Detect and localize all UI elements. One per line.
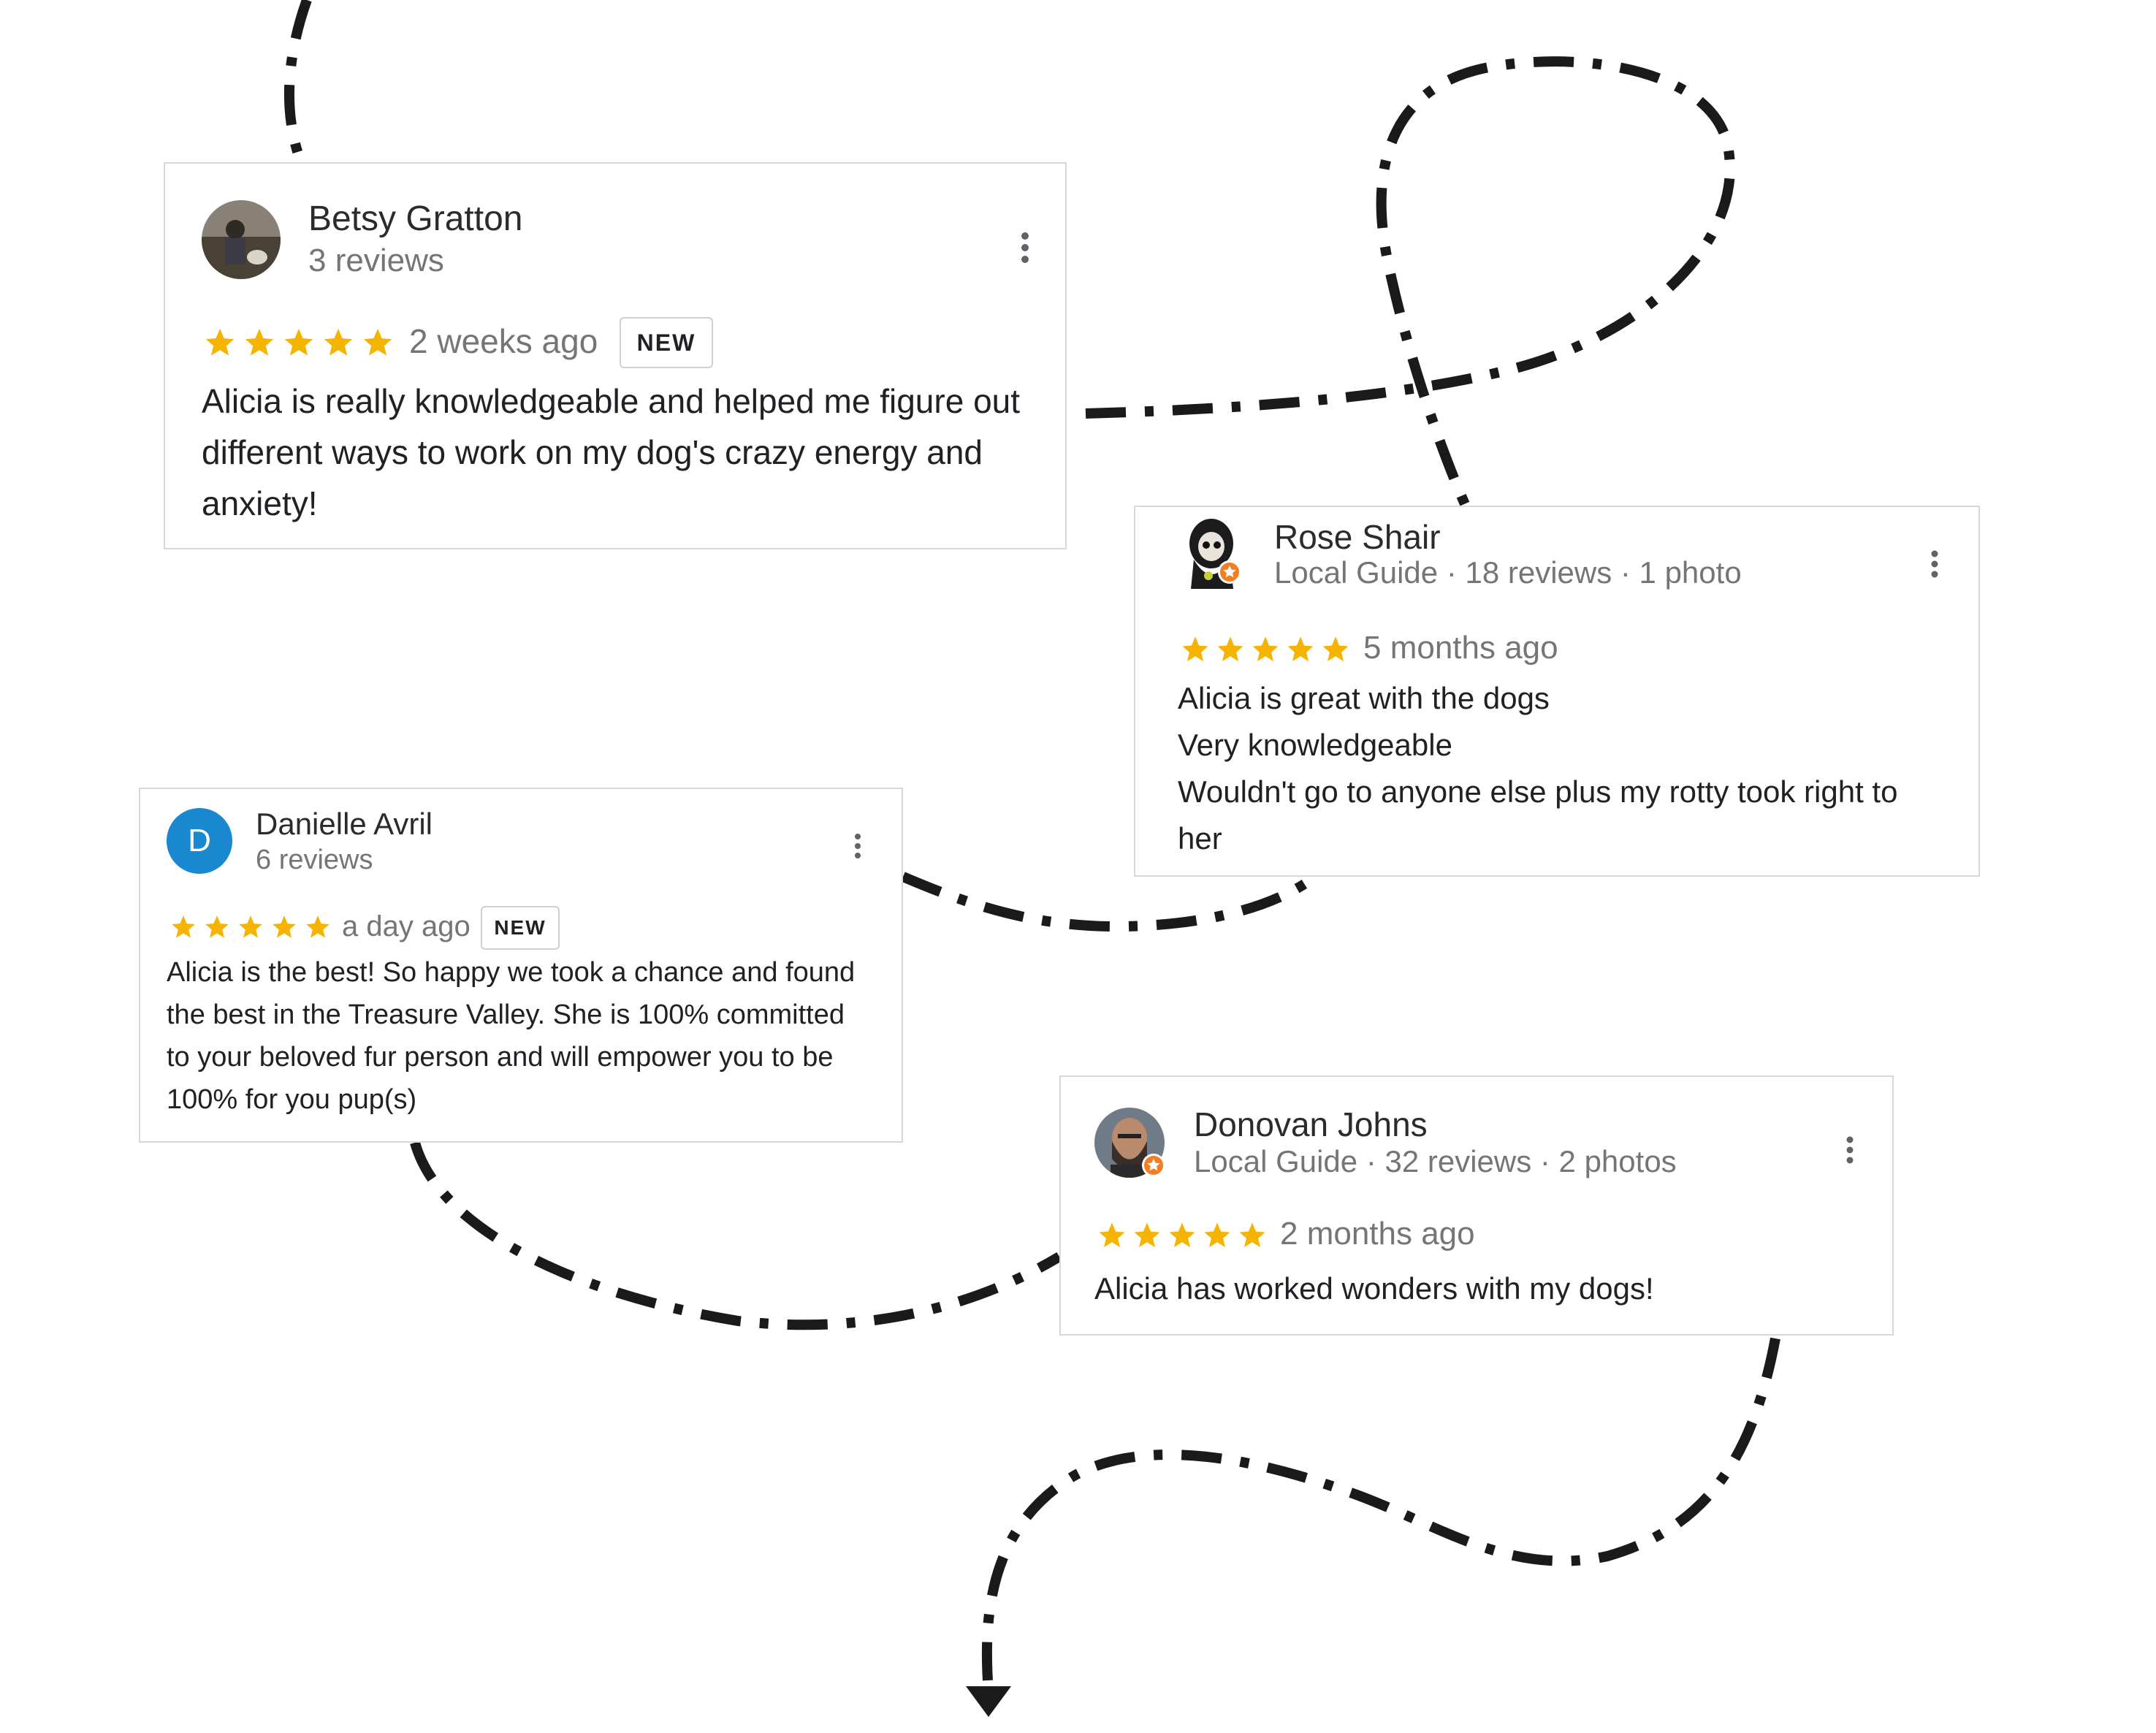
star-rating [200, 326, 397, 359]
dashed-path-segment [901, 872, 1319, 932]
star-rating [167, 913, 335, 941]
reviewer-name[interactable]: Danielle Avril [256, 807, 433, 842]
review-time: 2 weeks ago [409, 322, 598, 360]
star-icon [205, 915, 229, 938]
review-card: Rose Shair Local Guide · 18 reviews · 1 … [1134, 506, 1980, 877]
star-icon [1182, 636, 1208, 662]
star-icon [306, 915, 330, 938]
star-icon [1252, 636, 1279, 662]
star-icon [1099, 1222, 1125, 1248]
more-options-icon[interactable] [1020, 231, 1030, 268]
review-time: 2 months ago [1280, 1216, 1475, 1252]
new-badge: NEW [620, 317, 713, 368]
more-options-icon[interactable] [1930, 549, 1939, 582]
avatar[interactable] [202, 200, 281, 279]
star-icon [1287, 636, 1314, 662]
review-time: a day ago [342, 910, 471, 942]
star-icon [245, 328, 274, 356]
review-text: Alicia is really knowledgeable and helpe… [202, 382, 1021, 522]
reviewer-name[interactable]: Rose Shair [1274, 517, 1441, 557]
review-text: Alicia is great with the dogs Very knowl… [1178, 681, 1898, 856]
star-icon [324, 328, 353, 356]
local-guide-badge-icon [1141, 1153, 1166, 1181]
local-guide-badge-icon [1217, 560, 1242, 588]
dashed-path-segment [1085, 56, 1735, 506]
dashed-path-segment [283, 0, 312, 164]
star-icon [1322, 636, 1349, 662]
review-card: Donovan Johns Local Guide · 32 reviews ·… [1059, 1075, 1894, 1336]
dashed-path-segment [410, 1141, 1062, 1330]
star-icon [1204, 1222, 1230, 1248]
star-icon [239, 915, 262, 938]
reviewer-meta: 3 reviews [308, 243, 444, 278]
avatar[interactable]: D [167, 808, 232, 874]
review-card: D Danielle Avril 6 reviews a day ago NEW… [139, 788, 903, 1143]
reviewer-meta: Local Guide · 18 reviews · 1 photo [1274, 555, 1742, 590]
reviewer-meta: 6 reviews [256, 845, 373, 875]
more-options-icon[interactable] [853, 833, 862, 863]
star-icon [363, 328, 392, 356]
more-options-icon[interactable] [1845, 1135, 1854, 1168]
review-card: Betsy Gratton 3 reviews 2 weeks ago NEW … [164, 162, 1067, 549]
reviewer-name[interactable]: Betsy Gratton [308, 199, 522, 239]
star-icon [1239, 1222, 1265, 1248]
review-text: Alicia has worked wonders with my dogs! [1094, 1271, 1654, 1306]
arrow-down-icon [966, 1686, 1011, 1717]
star-rating [1178, 634, 1353, 665]
star-icon [1134, 1222, 1160, 1248]
star-icon [273, 915, 296, 938]
review-text: Alicia is the best! So happy we took a c… [167, 957, 856, 1115]
star-icon [1217, 636, 1243, 662]
reviewer-name[interactable]: Donovan Johns [1194, 1105, 1428, 1144]
reviewer-meta: Local Guide · 32 reviews · 2 photos [1194, 1144, 1677, 1178]
review-time: 5 months ago [1363, 630, 1558, 666]
dashed-path-segment [981, 1337, 1780, 1681]
star-icon [284, 328, 313, 356]
star-icon [205, 328, 235, 356]
new-badge: NEW [481, 906, 560, 950]
star-rating [1094, 1220, 1270, 1251]
star-icon [172, 915, 195, 938]
star-icon [1169, 1222, 1195, 1248]
